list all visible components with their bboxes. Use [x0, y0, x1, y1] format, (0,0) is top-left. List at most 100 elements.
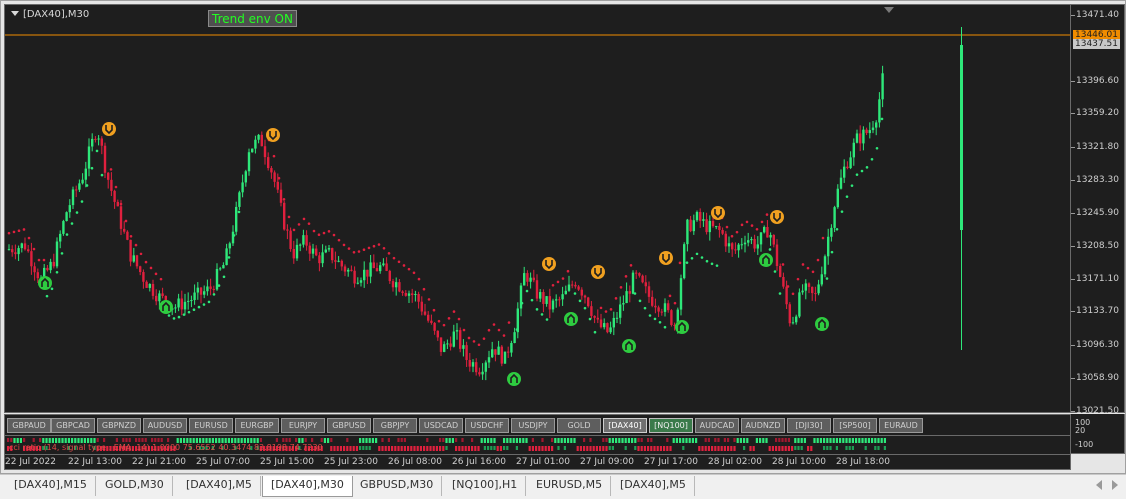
chart-tab[interactable]: GBPUSD,M30: [352, 476, 443, 496]
bear-candle: [161, 293, 164, 296]
symbol-button-eurusd[interactable]: EURUSD: [189, 418, 233, 433]
symbol-button-gbpaud[interactable]: GBPAUD: [7, 418, 51, 433]
bear-candle: [270, 168, 273, 173]
symbol-button-usdchf[interactable]: USDCHF: [465, 418, 509, 433]
trailing-stop-dot: [75, 211, 79, 214]
cci-signal-bar: [605, 438, 608, 442]
bull-candle: [625, 291, 628, 304]
symbol-button-gbpnzd[interactable]: GBPNZD: [97, 418, 141, 433]
chart-tab[interactable]: EURUSD,M5: [528, 476, 612, 496]
price-axis[interactable]: 13471.40 13446.01 13437.51 13396.60 13359.20…: [1071, 4, 1125, 416]
symbol-button-audcad[interactable]: AUDCAD: [695, 418, 739, 433]
cci-bar: [727, 446, 730, 451]
bull-candle: [187, 300, 190, 302]
bear-candle: [417, 293, 420, 302]
bear-candle: [574, 284, 577, 287]
cci-signal-bar: [717, 438, 720, 442]
symbol-button-dax40[interactable]: [DAX40]: [603, 418, 647, 433]
symbol-button-dji30[interactable]: [DJI30]: [787, 418, 831, 433]
symbol-button-euraud[interactable]: EURAUD: [879, 418, 923, 433]
price-tick: [1071, 180, 1075, 181]
bull-candle: [631, 272, 635, 294]
cci-signal-bar: [563, 446, 566, 450]
cci-bar: [573, 438, 576, 443]
buy-signal-icon: [159, 300, 173, 314]
bear-candle: [276, 181, 279, 190]
trailing-stop-dot: [114, 185, 118, 189]
bear-candle: [340, 260, 343, 267]
cci-signal-bar: [551, 438, 554, 442]
cci-signal-bar: [304, 438, 307, 442]
cci-signal-bar: [426, 438, 429, 442]
bear-candle: [721, 230, 724, 234]
collapse-triangle-icon[interactable]: [11, 11, 19, 16]
symbol-button-gbpcad[interactable]: GBPCAD: [51, 418, 95, 433]
trailing-stop-dot: [462, 328, 466, 332]
symbol-button-eurjpy[interactable]: EURJPY: [281, 418, 325, 433]
bear-candle: [366, 269, 369, 277]
cci-bar: [679, 438, 682, 443]
bull-candle: [228, 243, 231, 249]
symbol-button-nq100[interactable]: [NQ100]: [649, 418, 693, 433]
bear-candle: [27, 249, 30, 252]
bull-candle: [299, 244, 302, 246]
symbol-button-eurgbp[interactable]: EURGBP: [235, 418, 279, 433]
trailing-stop-dot: [566, 269, 570, 273]
bear-candle: [263, 146, 267, 158]
symbol-button-sp500[interactable]: [SP500]: [833, 418, 877, 433]
bear-candle: [103, 145, 107, 173]
chart-tab[interactable]: [DAX40],M5: [178, 476, 261, 496]
price-tick: [1071, 246, 1075, 247]
trailing-stop-dot: [272, 154, 276, 158]
bear-candle: [142, 272, 145, 282]
bear-candle: [667, 303, 670, 311]
bear-candle: [372, 262, 375, 269]
cci-signal-bar: [493, 446, 496, 450]
symbol-button-gold[interactable]: GOLD: [557, 418, 601, 433]
bear-candle: [398, 282, 401, 292]
cci-ratio-indicator-panel[interactable]: cci ratio (14, signal type : EMA, 14) 1.…: [4, 436, 1071, 454]
cci-signal-bar: [647, 438, 650, 442]
symbol-button-audnzd[interactable]: AUDNZD: [741, 418, 785, 433]
symbol-button-usdcad[interactable]: USDCAD: [419, 418, 463, 433]
cci-bar: [327, 438, 330, 443]
symbol-button-gbpusd[interactable]: GBPUSD: [327, 418, 371, 433]
bear-candle: [286, 229, 289, 231]
bull-candle: [795, 316, 798, 323]
bear-candle: [596, 317, 599, 320]
bull-candle: [708, 220, 711, 233]
trailing-stop-dot: [760, 220, 764, 224]
price-tick: [1071, 213, 1075, 214]
bear-candle: [350, 269, 353, 271]
cci-bar: [531, 446, 534, 451]
chart-tab[interactable]: [NQ100],H1: [444, 476, 527, 496]
cci-signal-bar: [835, 446, 838, 450]
cci-bar: [784, 446, 787, 451]
chart-tab[interactable]: GOLD,M30: [97, 476, 173, 496]
symbol-button-usdjpy[interactable]: USDJPY: [511, 418, 555, 433]
trailing-stop-dot: [302, 217, 306, 221]
trailing-stop-dot: [347, 247, 351, 250]
bull-candle: [820, 274, 823, 285]
trailing-stop-dot: [556, 280, 560, 284]
trailing-stop-dot: [806, 266, 810, 270]
tab-scroll-right-icon[interactable]: [1112, 480, 1118, 490]
trailing-stop-dot: [614, 297, 618, 300]
bull-candle: [395, 282, 398, 288]
tab-scroll-left-icon[interactable]: [1096, 480, 1102, 490]
trailing-stop-dot: [685, 261, 689, 264]
price-chart-plot[interactable]: [DAX40],M30 Trend env ON: [4, 4, 1071, 413]
bid-price-tag: 13437.51: [1073, 39, 1120, 49]
chart-tab[interactable]: [DAX40],M15: [6, 476, 96, 496]
cci-bar: [858, 438, 861, 443]
cci-bar: [826, 438, 829, 443]
price-label: 13471.40: [1076, 10, 1119, 20]
trailing-stop-dot: [377, 243, 381, 246]
chart-tab[interactable]: [DAX40],M30: [262, 476, 353, 497]
chart-tab[interactable]: [DAX40],M5: [612, 476, 695, 496]
symbol-button-gbpjpy[interactable]: GBPJPY: [373, 418, 417, 433]
bull-candle: [763, 227, 766, 233]
symbol-button-audusd[interactable]: AUDUSD: [143, 418, 187, 433]
candlestick-chart[interactable]: [5, 5, 1071, 413]
bear-candle: [465, 345, 468, 360]
